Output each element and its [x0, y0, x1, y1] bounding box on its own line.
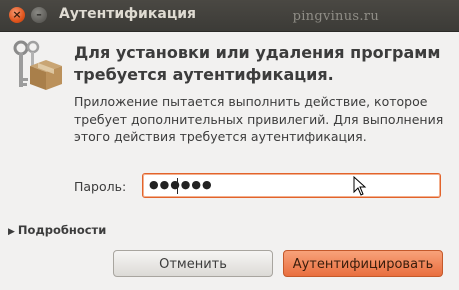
auth-dialog: Для установки или удаления программ треб…: [0, 32, 459, 290]
password-field[interactable]: ●●●●●●: [142, 173, 441, 198]
minimize-button[interactable]: –: [31, 7, 47, 23]
watermark: pingvinus.ru: [292, 9, 379, 24]
cancel-button[interactable]: Отменить: [113, 250, 273, 277]
keys-and-package-icon: [13, 40, 62, 90]
window-title: Аутентификация: [59, 6, 196, 22]
details-label: Подробности: [17, 223, 107, 237]
text-caret: [177, 178, 178, 194]
authenticate-button[interactable]: Аутентифицировать: [283, 250, 443, 277]
password-masked-value: ●●●●●●: [149, 178, 213, 191]
details-expander[interactable]: ▶ Подробности: [8, 223, 106, 237]
dialog-message: Приложение пытается выполнить действие, …: [74, 94, 444, 144]
close-button[interactable]: ×: [9, 7, 25, 23]
password-label: Пароль:: [74, 179, 127, 194]
mouse-cursor-icon: [353, 176, 367, 196]
dialog-heading: Для установки или удаления программ треб…: [74, 43, 441, 84]
title-bar: × – Аутентификация pingvinus.ru: [0, 0, 459, 32]
expander-arrow-icon: ▶: [8, 227, 15, 237]
